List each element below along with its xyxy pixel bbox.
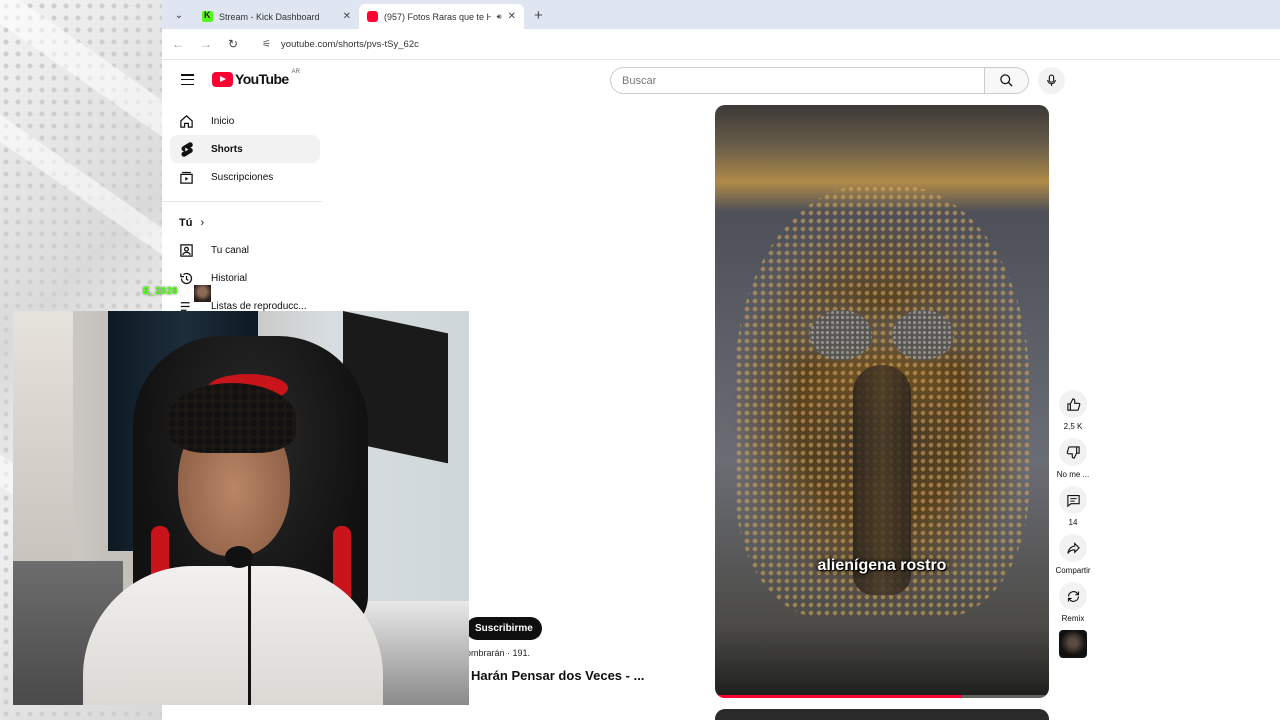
youtube-play-icon — [212, 71, 233, 87]
back-icon[interactable]: ← — [172, 37, 184, 51]
subscribe-button[interactable]: Suscribirme — [466, 617, 542, 640]
like-button[interactable] — [1059, 390, 1087, 418]
short-meta-text: ombrarán · 191. — [466, 648, 531, 658]
youtube-icon — [367, 11, 378, 22]
logo-text: YouTube — [235, 71, 289, 87]
webcam-person-shirt — [83, 566, 383, 705]
share-button[interactable] — [1059, 534, 1087, 562]
search-icon — [1000, 74, 1013, 87]
share-action: Compartir — [1052, 534, 1094, 575]
remix-label: Remix — [1061, 614, 1085, 623]
tab-title: (957) Fotos Raras que te Ha — [384, 11, 491, 22]
history-icon — [179, 271, 194, 286]
sidebar-item-label: Suscripciones — [211, 171, 274, 183]
chevron-right-icon: › — [200, 217, 205, 229]
share-icon — [1066, 541, 1080, 554]
shorts-icon — [179, 141, 194, 157]
tab-search-chevron-icon[interactable]: ⌄ — [168, 4, 190, 26]
remix-icon — [1067, 590, 1079, 602]
home-icon — [179, 114, 194, 129]
tab-title: Stream - Kick Dashboard — [219, 11, 320, 22]
speaker-icon[interactable]: 🔊︎ — [497, 12, 502, 22]
section-title: Tú — [179, 217, 193, 229]
thumbs-down-icon — [1066, 445, 1080, 459]
comment-icon — [1066, 494, 1080, 507]
sidebar-item-shorts[interactable]: Shorts — [170, 135, 320, 163]
close-icon[interactable]: ✕ — [343, 11, 351, 22]
menu-icon[interactable] — [181, 74, 194, 86]
short-title[interactable]: Harán Pensar dos Veces - ... — [471, 668, 644, 683]
video-caption: alienígena rostro — [817, 557, 947, 574]
country-code: AR — [291, 69, 300, 75]
thumbs-up-icon — [1066, 397, 1080, 411]
like-count: 2,5 K — [1063, 422, 1083, 431]
youtube-logo[interactable]: YouTube AR — [212, 69, 300, 87]
sidebar-section-tu[interactable]: Tú › — [162, 210, 322, 236]
comments-button[interactable] — [1059, 486, 1087, 514]
reload-icon[interactable]: ↻ — [228, 37, 238, 51]
sidebar-item-label: Historial — [211, 272, 248, 284]
progress-fill — [715, 695, 963, 698]
video-eye-right — [892, 310, 954, 360]
share-label: Compartir — [1055, 566, 1091, 575]
tab-kick-dashboard[interactable]: Stream - Kick Dashboard ✕ — [194, 4, 359, 29]
comments-action: 14 — [1052, 486, 1094, 527]
microphone-icon — [1047, 74, 1056, 86]
dislike-button[interactable] — [1059, 438, 1087, 466]
site-settings-icon[interactable]: ⚟ — [262, 39, 271, 50]
audio-source-thumbnail[interactable] — [1059, 630, 1087, 658]
sidebar-item-label: Listas de reproducc... — [211, 300, 307, 312]
close-icon[interactable]: ✕ — [508, 11, 516, 22]
tab-youtube-short[interactable]: (957) Fotos Raras que te Ha 🔊︎ ✕ — [359, 4, 524, 29]
webcam-headset-cable — [248, 561, 251, 705]
youtube-header: YouTube AR Buscar — [162, 60, 1280, 100]
sidebar-item-tu-canal[interactable]: Tu canal — [170, 236, 320, 264]
short-actions: 2,5 K No me ... 14 Compartir Remix — [1052, 390, 1094, 658]
url-text: youtube.com/shorts/pvs-tSy_62c — [281, 38, 419, 50]
sidebar-item-label: Shorts — [211, 143, 243, 155]
address-bar: ← → ↻ ⚟ youtube.com/shorts/pvs-tSy_62c — [162, 29, 1280, 60]
new-tab-button[interactable]: + — [534, 7, 543, 24]
sidebar-item-label: Tu canal — [211, 244, 249, 256]
webcam-person-hair — [168, 383, 296, 453]
channel-icon — [179, 243, 194, 258]
video-eye-left — [810, 310, 872, 360]
tab-bar: ⌄ Stream - Kick Dashboard ✕ (957) Fotos … — [162, 0, 1280, 29]
sidebar: Inicio Shorts Suscripciones Tú › Tu cana… — [162, 107, 322, 320]
search-button[interactable] — [984, 67, 1029, 94]
sidebar-item-historial[interactable]: Historial — [170, 264, 320, 292]
search-input[interactable]: Buscar — [610, 67, 985, 94]
subscriptions-icon — [179, 170, 194, 185]
dislike-label: No me ... — [1056, 470, 1090, 479]
voice-search-button[interactable] — [1038, 67, 1065, 94]
sidebar-item-suscripciones[interactable]: Suscripciones — [170, 163, 320, 191]
webcam-overlay — [13, 311, 469, 705]
video-progress-bar[interactable] — [715, 695, 1049, 698]
sidebar-item-inicio[interactable]: Inicio — [170, 107, 320, 135]
remix-button[interactable] — [1059, 582, 1087, 610]
sidebar-item-label: Inicio — [211, 115, 235, 127]
dislike-action: No me ... — [1052, 438, 1094, 479]
short-video-player[interactable]: alienígena rostro — [715, 105, 1049, 698]
next-short-preview[interactable] — [715, 709, 1049, 720]
like-action: 2,5 K — [1052, 390, 1094, 431]
sidebar-divider — [162, 201, 322, 202]
chat-avatar — [194, 285, 211, 302]
comments-count: 14 — [1068, 518, 1078, 527]
url-field[interactable]: ⚟ youtube.com/shorts/pvs-tSy_62c — [254, 33, 1254, 55]
chat-username: E_2028 — [143, 286, 178, 297]
forward-icon[interactable]: → — [200, 37, 212, 51]
kick-icon — [202, 10, 213, 22]
remix-action: Remix — [1052, 582, 1094, 623]
